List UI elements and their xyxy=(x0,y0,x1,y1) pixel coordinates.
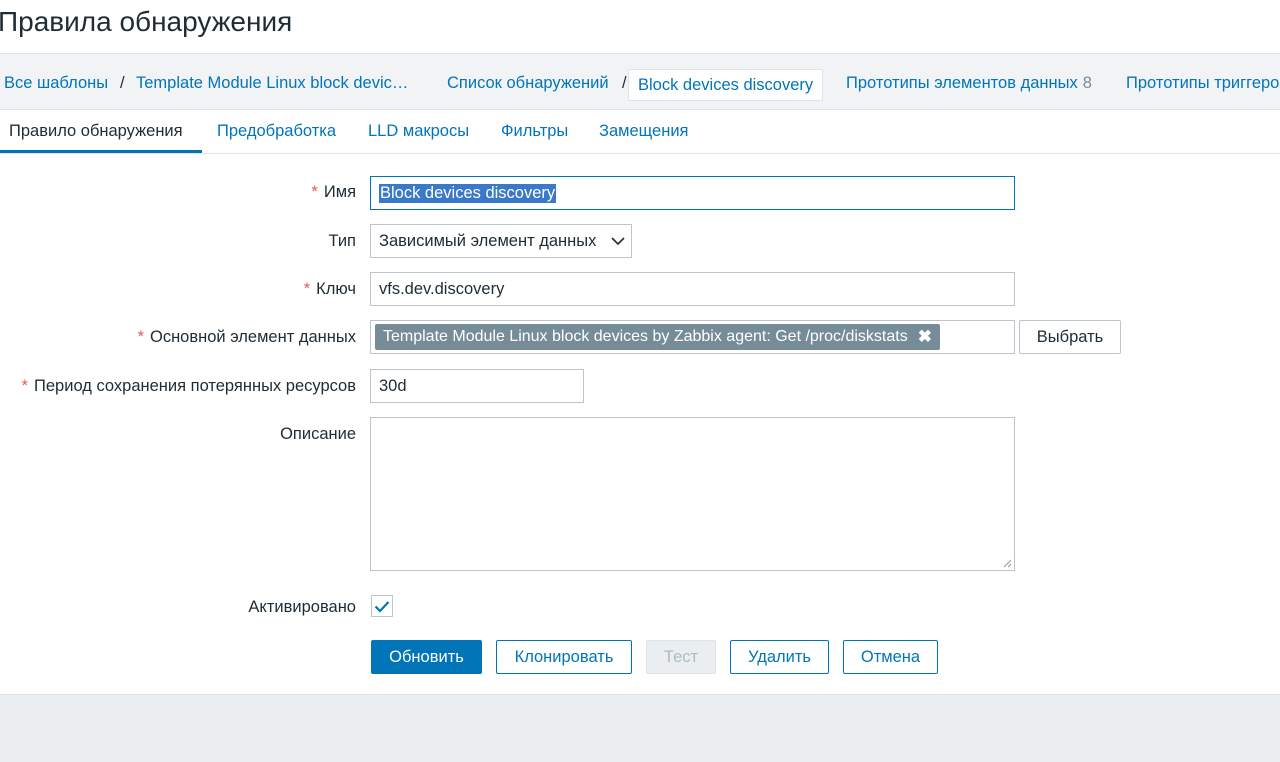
type-label: Тип xyxy=(328,232,356,250)
master-item-label-text: Основной элемент данных xyxy=(149,328,356,346)
required-mark: * xyxy=(137,328,144,346)
breadcrumb-current-label: Block devices discovery xyxy=(638,76,814,94)
test-button: Тест xyxy=(646,640,716,674)
master-item-label: * Основной элемент данных xyxy=(138,328,356,347)
required-mark: * xyxy=(303,280,311,298)
breadcrumb-separator: / xyxy=(622,74,627,92)
key-label-text: Ключ xyxy=(316,280,356,298)
breadcrumb-all-templates[interactable]: Все шаблоны xyxy=(4,74,108,93)
lost-period-value: 30d xyxy=(379,376,407,395)
name-label: * Имя xyxy=(311,183,356,202)
key-field-value: vfs.dev.discovery xyxy=(379,279,505,298)
breadcrumb-current[interactable]: Block devices discovery xyxy=(628,69,824,101)
item-prototypes-label: Прототипы элементов данных xyxy=(846,74,1078,92)
resize-handle-icon[interactable] xyxy=(1002,558,1012,568)
lost-period-label-text: Период сохранения потерянных ресурсов xyxy=(34,377,356,395)
enabled-checkbox[interactable] xyxy=(371,595,393,617)
update-button[interactable]: Обновить xyxy=(371,640,482,674)
item-prototypes-count: 8 xyxy=(1082,74,1092,92)
chevron-down-icon xyxy=(611,233,625,249)
tab-overrides[interactable]: Замещения xyxy=(599,122,689,141)
cancel-button[interactable]: Отмена xyxy=(843,640,938,674)
tab-bar: Правило обнаружения Предобработка LLD ма… xyxy=(0,110,1280,154)
clone-button[interactable]: Клонировать xyxy=(496,640,632,674)
master-item-chip: Template Module Linux block devices by Z… xyxy=(375,324,940,350)
footer xyxy=(0,694,1280,762)
delete-button[interactable]: Удалить xyxy=(730,640,829,674)
tab-lld-macros[interactable]: LLD макросы xyxy=(368,122,469,141)
key-label: * Ключ xyxy=(304,280,356,299)
select-button[interactable]: Выбрать xyxy=(1019,320,1121,354)
active-tab-indicator xyxy=(0,150,202,153)
type-select-value: Зависимый элемент данных xyxy=(379,231,597,250)
master-item-chip-label: Template Module Linux block devices by Z… xyxy=(383,328,908,345)
key-field[interactable]: vfs.dev.discovery xyxy=(370,272,1015,306)
page-title: Правила обнаружения xyxy=(0,6,293,37)
breadcrumb-template[interactable]: Template Module Linux block devic… xyxy=(136,74,408,93)
breadcrumb: Все шаблоны / Template Module Linux bloc… xyxy=(0,53,1280,110)
name-field-value: Block devices discovery xyxy=(379,183,557,203)
description-textarea[interactable] xyxy=(370,417,1015,571)
lost-period-field[interactable]: 30d xyxy=(370,369,584,403)
tab-discovery-rule[interactable]: Правило обнаружения xyxy=(9,122,183,141)
breadcrumb-trigger-prototypes[interactable]: Прототипы триггеро xyxy=(1126,74,1279,93)
name-label-text: Имя xyxy=(323,183,356,201)
breadcrumb-separator: / xyxy=(120,74,125,92)
checkmark-icon xyxy=(374,600,390,613)
description-label: Описание xyxy=(280,425,356,443)
lost-period-label: * Период сохранения потерянных ресурсов xyxy=(22,377,356,396)
tab-preprocessing[interactable]: Предобработка xyxy=(217,122,336,141)
breadcrumb-discovery-list[interactable]: Список обнаружений xyxy=(447,74,609,93)
enabled-label: Активировано xyxy=(248,598,356,616)
close-icon[interactable]: ✖ xyxy=(918,327,932,347)
required-mark: * xyxy=(311,183,318,201)
breadcrumb-item-prototypes[interactable]: Прототипы элементов данных 8 xyxy=(846,74,1092,93)
type-select[interactable]: Зависимый элемент данных xyxy=(370,224,632,258)
name-field[interactable]: Block devices discovery xyxy=(370,176,1015,210)
required-mark: * xyxy=(21,377,29,395)
master-item-field[interactable]: Template Module Linux block devices by Z… xyxy=(370,320,1015,354)
tab-filters[interactable]: Фильтры xyxy=(501,122,568,141)
